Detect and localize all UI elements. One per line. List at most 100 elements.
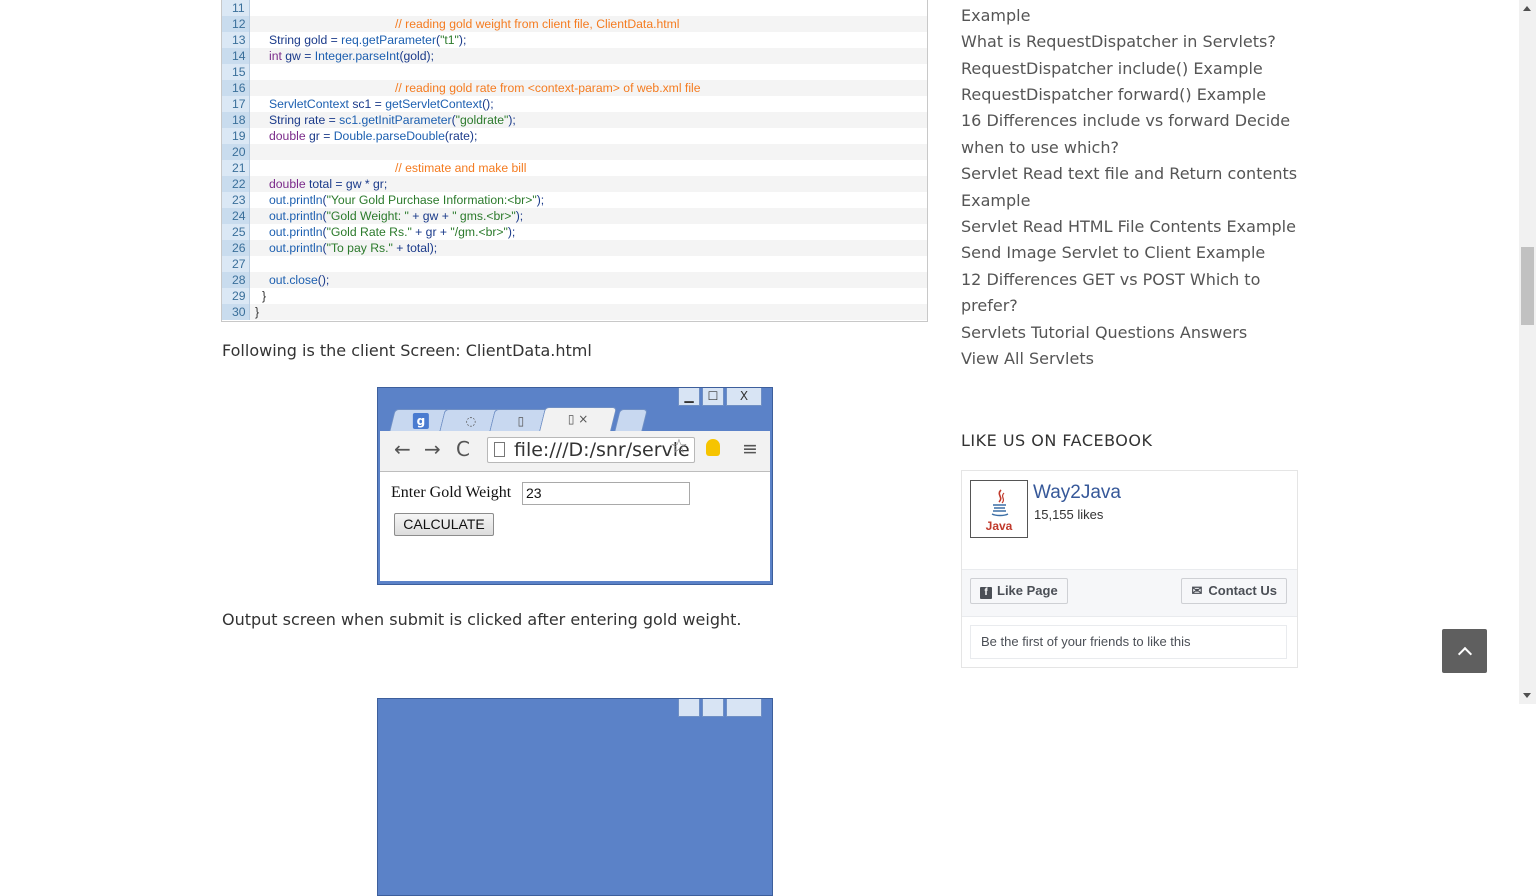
sidebar-link[interactable]: prefer? — [961, 296, 1018, 315]
client-browser-screenshot: ▁ ☐ X g ◌ ▯ ▯ × ← → C file:///D:/snr/ser… — [377, 387, 773, 585]
code-token: String gold = — [269, 33, 342, 47]
scroll-up-arrow-icon[interactable] — [1523, 6, 1531, 11]
code-line: 14 int gw = Integer.parseInt(gold); — [222, 48, 927, 64]
sidebar-link[interactable]: Servlet Read text file and Return conten… — [961, 164, 1297, 183]
facebook-icon: f — [980, 587, 992, 599]
code-token: gw = — [281, 49, 315, 63]
sidebar-link[interactable]: when to use which? — [961, 138, 1119, 157]
tab-close-icon: × — [578, 412, 589, 426]
code-text: int gw = Integer.parseInt(gold); — [269, 48, 434, 64]
facebook-friends-text: Be the first of your friends to like thi… — [970, 625, 1287, 659]
maximize-icon — [702, 699, 724, 717]
maximize-icon: ☐ — [702, 388, 724, 406]
code-token: req.getParameter — [341, 33, 436, 47]
close-icon — [726, 699, 762, 717]
line-number: 13 — [222, 32, 250, 48]
code-text: out.println("Your Gold Purchase Informat… — [269, 192, 544, 208]
line-number: 16 — [222, 80, 250, 96]
line-number: 28 — [222, 272, 250, 288]
java-logo-text: Java — [985, 519, 1013, 533]
line-number: 11 — [222, 0, 250, 16]
code-token: double — [269, 177, 306, 191]
code-token: (); — [482, 97, 494, 111]
window-controls: ▁ ☐ X — [676, 388, 762, 406]
code-line: 13 String gold = req.getParameter("t1"); — [222, 32, 927, 48]
line-number: 25 — [222, 224, 250, 240]
sidebar-link[interactable]: Servlets Tutorial Questions Answers — [961, 323, 1247, 342]
line-number: 27 — [222, 256, 250, 272]
sidebar-link[interactable]: 16 Differences include vs forward Decide — [961, 111, 1290, 130]
code-token: (rate); — [444, 129, 478, 143]
sidebar-link[interactable]: Example — [961, 191, 1030, 210]
code-line: 27 — [222, 256, 927, 272]
line-number: 15 — [222, 64, 250, 80]
sidebar-link[interactable]: Example — [961, 6, 1030, 25]
sidebar-link[interactable]: What is RequestDispatcher in Servlets? — [961, 32, 1276, 51]
code-token: ); — [536, 193, 545, 207]
code-line: 26 out.println("To pay Rs." + total); — [222, 240, 927, 256]
sidebar-link[interactable]: Servlet Read HTML File Contents Example — [961, 217, 1296, 236]
lightbulb-icon — [706, 439, 720, 456]
code-token: ); — [458, 33, 467, 47]
code-line: 23 out.println("Your Gold Purchase Inform… — [222, 192, 927, 208]
facebook-page-widget: Java Way2Java 15,155 likes f Like Page ✉ C… — [961, 470, 1298, 668]
code-line: 20 — [222, 144, 927, 160]
code-line: 25 out.println("Gold Rate Rs." + gr + "/g… — [222, 224, 927, 240]
sidebar-link[interactable]: View All Servlets — [961, 349, 1094, 368]
code-line: 29} — [222, 288, 927, 304]
scroll-down-arrow-icon[interactable] — [1523, 693, 1531, 698]
code-line: 30} — [222, 304, 927, 320]
sidebar-link[interactable]: 12 Differences GET vs POST Which to — [961, 270, 1260, 289]
java-cup-icon — [991, 489, 1009, 517]
sidebar-link[interactable]: Send Image Servlet to Client Example — [961, 243, 1265, 262]
code-token: "goldrate" — [455, 113, 509, 127]
envelope-icon: ✉ — [1191, 583, 1203, 598]
like-page-button[interactable]: f Like Page — [970, 578, 1068, 604]
code-text: // reading gold weight from client file,… — [395, 17, 680, 31]
line-number: 20 — [222, 144, 250, 160]
line-number: 21 — [222, 160, 250, 176]
code-token: int — [269, 49, 282, 63]
code-block: 11 12 // reading gold weight from client f… — [221, 0, 928, 322]
page-scrollbar[interactable] — [1519, 0, 1536, 704]
code-line: 28 out.close(); — [222, 272, 927, 288]
code-token: total = gw * gr; — [305, 177, 388, 191]
forward-arrow-icon: → — [424, 437, 441, 461]
code-text: out.println("Gold Rate Rs." + gr + "/gm.… — [269, 224, 515, 240]
tab-active: ▯ × — [538, 407, 618, 432]
code-text: out.println("Gold Weight: " + gw + " gms… — [269, 208, 523, 224]
code-token: "Your Gold Purchase Information:<br>" — [326, 193, 537, 207]
browser-tabs: g ◌ ▯ ▯ × — [389, 406, 752, 432]
line-number: 29 — [222, 288, 250, 304]
code-line: 12 // reading gold weight from client fil… — [222, 16, 927, 32]
code-text: } — [262, 289, 267, 303]
code-line: 18 String rate = sc1.getInitParameter("go… — [222, 112, 927, 128]
code-line: 22 double total = gw * gr; — [222, 176, 927, 192]
output-screen-caption: Output screen when submit is clicked aft… — [222, 610, 742, 629]
like-page-label: Like Page — [997, 583, 1058, 598]
sidebar-link[interactable]: RequestDispatcher include() Example — [961, 59, 1263, 78]
address-text: file:///D:/snr/servle — [514, 439, 690, 461]
code-line: 17 ServletContext sc1 = getServletContext… — [222, 96, 927, 112]
code-token: String rate = — [269, 113, 340, 127]
code-token: Integer.parseInt — [314, 49, 400, 63]
code-text: double gr = Double.parseDouble(rate); — [269, 128, 477, 144]
scrollbar-thumb[interactable] — [1521, 247, 1534, 325]
back-to-top-button[interactable] — [1442, 629, 1487, 673]
java-logo[interactable]: Java — [970, 480, 1028, 538]
gold-weight-label: Enter Gold Weight — [391, 484, 512, 501]
facebook-heading: LIKE US ON FACEBOOK — [961, 431, 1153, 450]
facebook-likes-count: 15,155 likes — [1034, 507, 1104, 522]
line-number: 30 — [222, 304, 250, 320]
gold-weight-input: 23 — [522, 482, 690, 505]
code-token: out.println — [269, 241, 323, 255]
code-token: (gold); — [399, 49, 434, 63]
contact-us-button[interactable]: ✉ Contact Us — [1181, 578, 1287, 604]
sidebar-link[interactable]: RequestDispatcher forward() Example — [961, 85, 1266, 104]
code-token: ); — [507, 225, 516, 239]
client-screen-caption: Following is the client Screen: ClientDa… — [222, 341, 592, 360]
facebook-page-name[interactable]: Way2Java — [1033, 482, 1121, 504]
code-token: "t1" — [440, 33, 459, 47]
code-token: " gms.<br>" — [452, 209, 516, 223]
code-token: sc1 = — [348, 97, 386, 111]
